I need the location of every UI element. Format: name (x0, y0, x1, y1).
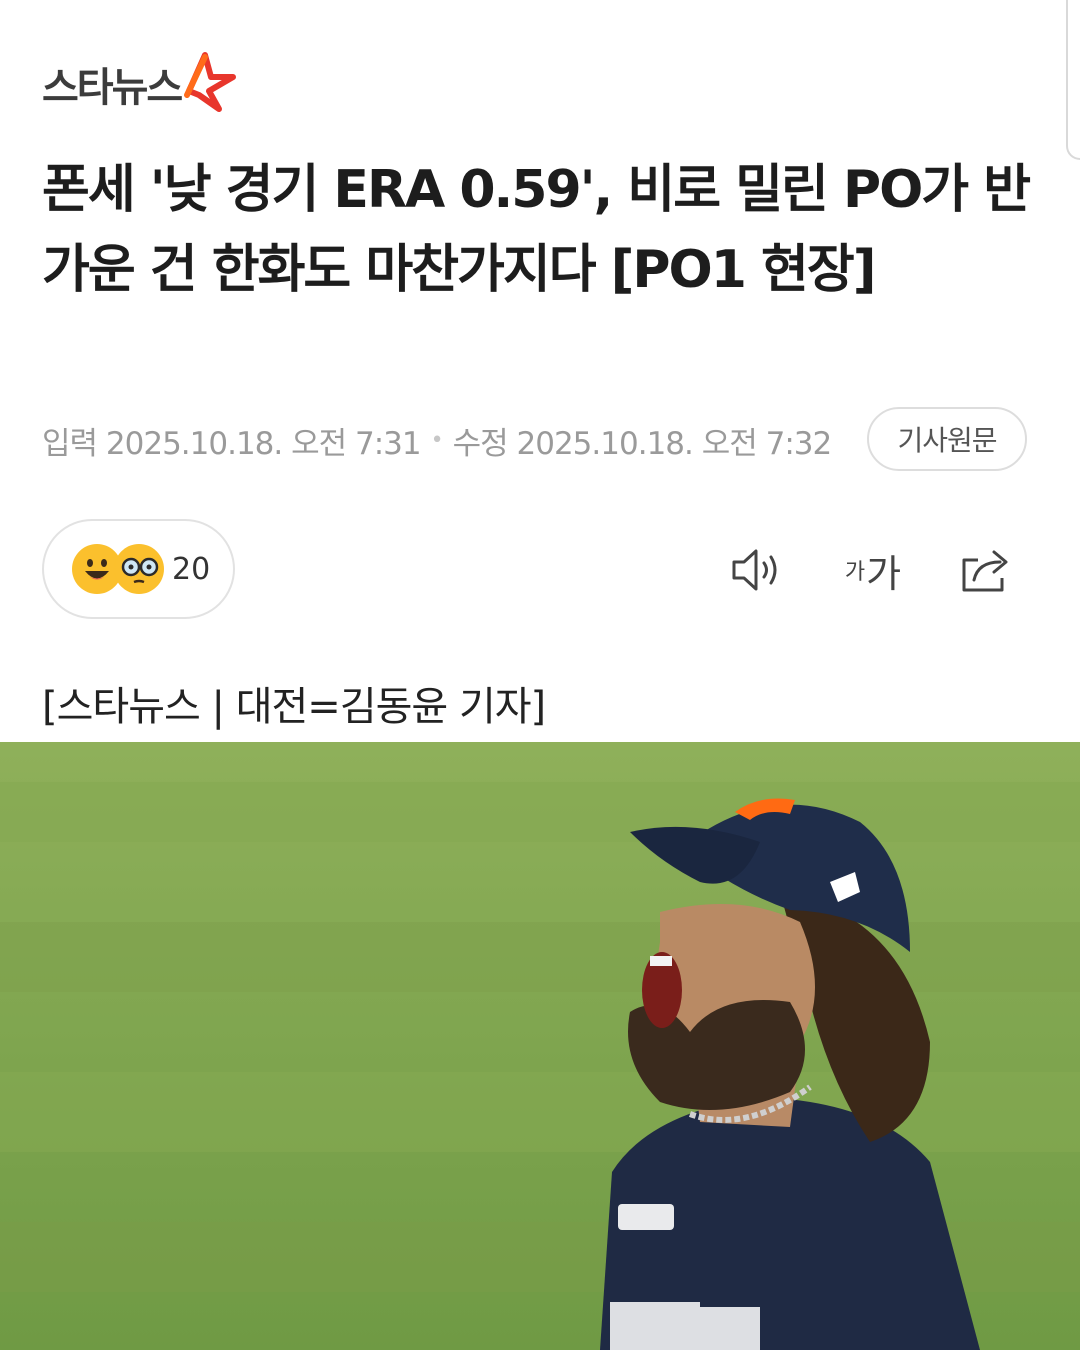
article-meta: 입력 2025.10.18. 오전 7:31 • 수정 2025.10.18. … (42, 416, 833, 464)
text-to-speech-button[interactable] (726, 540, 786, 600)
article-byline: [스타뉴스 | 대전=김동윤 기자] (42, 684, 546, 730)
starnews-logo[interactable]: 스타뉴스 (42, 52, 237, 116)
scroll-indicator (1066, 0, 1080, 160)
pitcher-photo-illustration (0, 742, 1080, 1350)
meta-separator: • (430, 427, 444, 453)
logo-text: 스타뉴스 (42, 65, 183, 111)
share-button[interactable] (956, 540, 1016, 600)
font-size-button[interactable]: 가 가 (838, 540, 908, 600)
reaction-count: 20 (172, 551, 211, 587)
published-time: 2025.10.18. 오전 7:31 (105, 425, 422, 462)
glasses-emoji-icon (114, 544, 164, 594)
original-article-button[interactable]: 기사원문 (867, 407, 1027, 471)
modified-time: 2025.10.18. 오전 7:32 (516, 425, 833, 462)
article-photo[interactable] (0, 742, 1080, 1350)
published-label: 입력 (42, 425, 98, 462)
font-big-label: 가 (866, 551, 902, 596)
share-icon (962, 550, 1008, 592)
font-small-label: 가 (844, 560, 866, 585)
speaker-icon (732, 549, 777, 591)
reaction-button[interactable]: 20 (42, 519, 235, 619)
article-headline: 폰세 '낮 경기 ERA 0.59', 비로 밀린 PO가 반가운 건 한화도 … (42, 160, 1031, 300)
star-logo-icon (184, 52, 237, 112)
modified-label: 수정 (452, 425, 509, 462)
